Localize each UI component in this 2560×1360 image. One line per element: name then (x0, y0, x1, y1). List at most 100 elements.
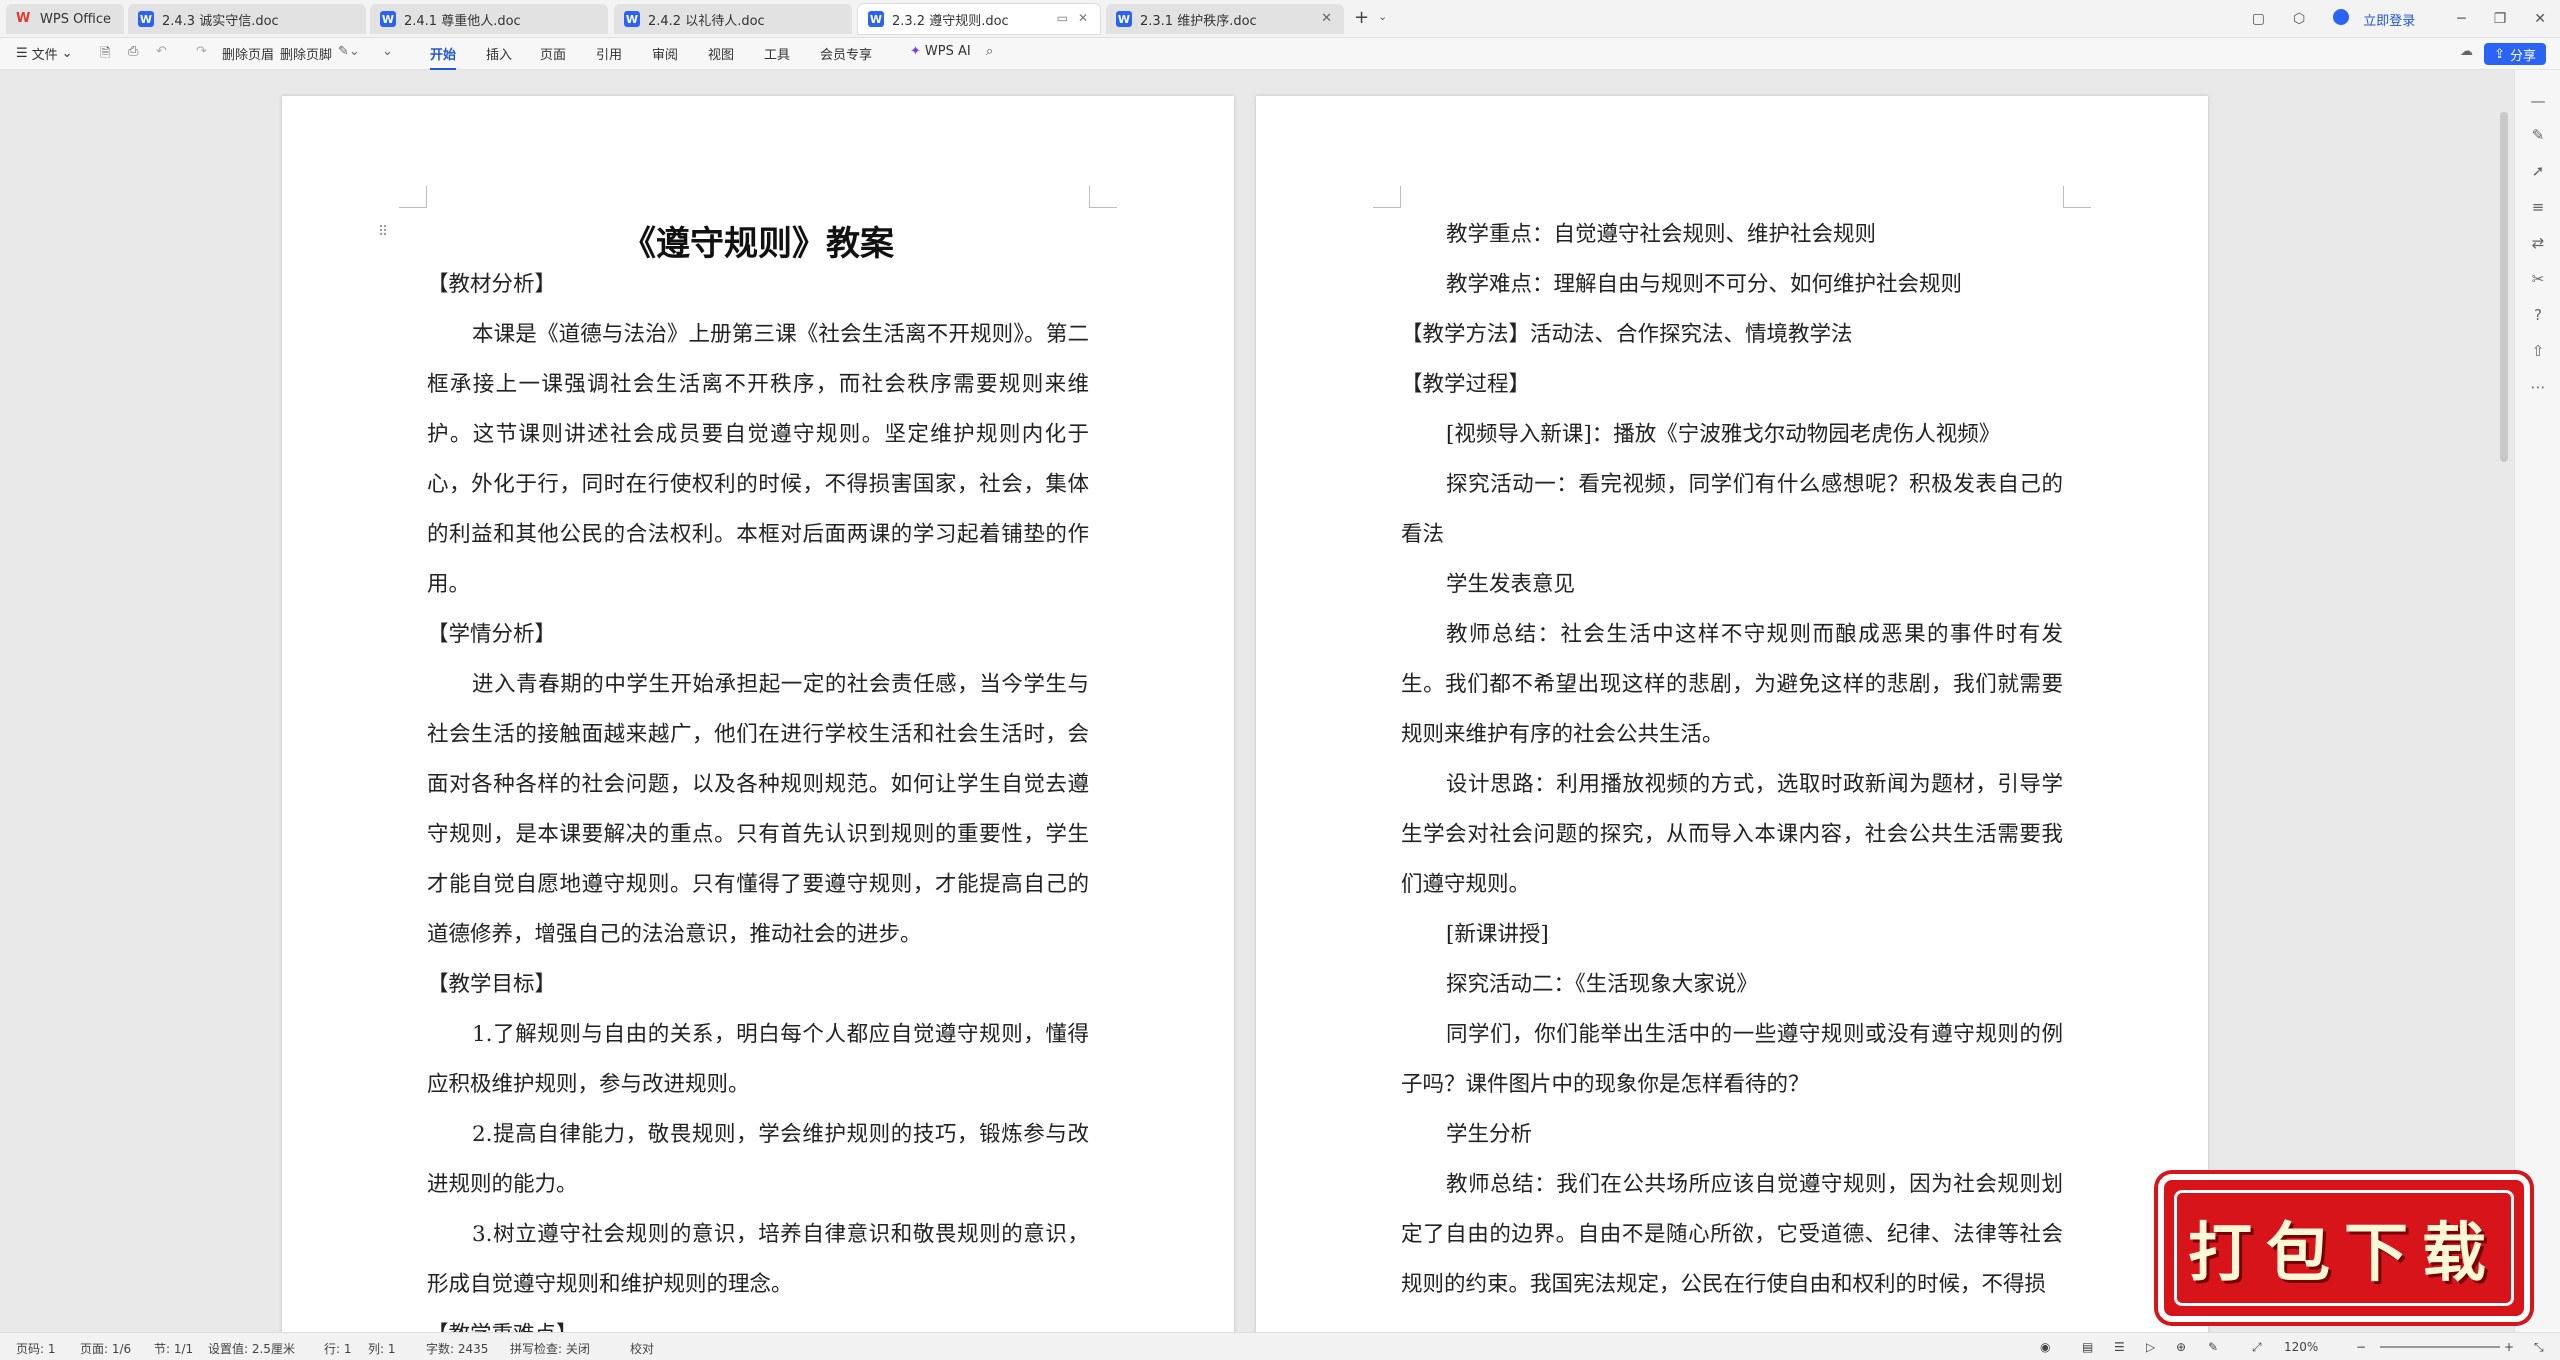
delete-header-button[interactable]: 删除页眉 (222, 44, 274, 63)
tab-page[interactable]: 页面 (540, 44, 566, 63)
paragraph[interactable]: 教学重点：自觉遵守社会规则、维护社会规则 (1401, 210, 2063, 260)
page-1-body[interactable]: 【教材分析】 本课是《道德与法治》上册第三课《社会生活离不开规则》。第二框承接上一… (427, 260, 1089, 1332)
tab-doc-courtesy[interactable]: W 2.4.2 以礼待人.doc (614, 4, 852, 34)
tab-membership[interactable]: 会员专享 (820, 44, 872, 63)
paragraph[interactable]: 【教学目标】 (427, 960, 1089, 1010)
paragraph[interactable]: 本课是《道德与法治》上册第三课《社会生活离不开规则》。第二框承接上一课强调社会生… (427, 310, 1089, 610)
status-col[interactable]: 列: 1 (368, 1340, 396, 1357)
window-layout-icon[interactable]: ▢ (2252, 11, 2265, 27)
document-canvas[interactable]: ⠿ 《遵守规则》教案 【教材分析】 本课是《道德与法治》上册第三课《社会生活离不开… (0, 70, 2560, 1332)
paragraph[interactable]: 进入青春期的中学生开始承担起一定的社会责任感，当今学生与社会生活的接触面越来越广… (427, 660, 1089, 960)
status-words[interactable]: 字数: 2435 (426, 1340, 488, 1357)
drag-handle-icon[interactable]: ⠿ (378, 224, 388, 240)
paragraph[interactable]: [视频导入新课]：播放《宁波雅戈尔动物园老虎伤人视频》 (1401, 410, 2063, 460)
paragraph[interactable]: 2.提高自律能力，敬畏规则，学会维护规则的技巧，锻炼参与改进规则的能力。 (427, 1110, 1089, 1210)
paragraph[interactable]: 【教学重难点】 (427, 1310, 1089, 1332)
translate-icon[interactable]: ⇄ (2529, 234, 2547, 252)
paragraph[interactable]: 探究活动一：看完视频，同学们有什么感想呢？积极发表自己的看法 (1401, 460, 2063, 560)
wps-ai-button[interactable]: ✦ WPS AI (910, 44, 971, 59)
web-view-icon[interactable]: ⊕ (2176, 1340, 2186, 1354)
tab-view[interactable]: 视图 (708, 44, 734, 63)
paragraph[interactable]: 学生分析 (1401, 1110, 2063, 1160)
cloud-sync-icon[interactable]: ☁ (2460, 44, 2473, 59)
paragraph[interactable]: 教师总结：我们在公共场所应该自觉遵守规则，因为社会规则划定了自由的边界。自由不是… (1401, 1160, 2063, 1310)
page-1[interactable]: ⠿ 《遵守规则》教案 【教材分析】 本课是《道德与法治》上册第三课《社会生活离不开… (282, 96, 1234, 1332)
paragraph[interactable]: 【教材分析】 (427, 260, 1089, 310)
paragraph[interactable]: 1.了解规则与自由的关系，明白每个人都应自觉遵守规则，懂得应积极维护规则，参与改… (427, 1010, 1089, 1110)
adjust-icon[interactable]: ≡ (2529, 198, 2547, 216)
package-download-banner[interactable]: 打包下载 (2158, 1174, 2530, 1322)
paragraph[interactable]: 【教学方法】活动法、合作探究法、情境教学法 (1401, 310, 2063, 360)
fullscreen-icon[interactable]: ⤡ (2534, 1340, 2544, 1355)
tab-wps-office[interactable]: W WPS Office (6, 4, 124, 34)
paragraph[interactable]: 同学们，你们能举出生活中的一些遵守规则或没有遵守规则的例子吗？课件图片中的现象你… (1401, 1010, 2063, 1110)
play-icon[interactable]: ▷ (2146, 1340, 2155, 1354)
page-2-body[interactable]: 教学重点：自觉遵守社会规则、维护社会规则 教学难点：理解自由与规则不可分、如何维护… (1401, 210, 2063, 1310)
skin-icon[interactable]: ⬡ (2293, 11, 2305, 27)
status-spellcheck[interactable]: 拼写检查: 关闭 (510, 1340, 590, 1357)
more-icon[interactable]: ⋯ (2529, 378, 2547, 396)
paragraph[interactable]: [新课讲授] (1401, 910, 2063, 960)
paragraph[interactable]: 【学情分析】 (427, 610, 1089, 660)
login-button[interactable]: 立即登录 (2333, 9, 2429, 29)
tab-tools[interactable]: 工具 (764, 44, 790, 63)
undo-icon[interactable]: ↶ (156, 44, 167, 59)
share-button[interactable]: ⇪ 分享 (2484, 43, 2546, 65)
status-pages[interactable]: 页面: 1/6 (80, 1340, 131, 1357)
page-view-icon[interactable]: ▤ (2082, 1340, 2093, 1354)
paragraph[interactable]: 教师总结：社会生活中这样不守规则而酿成恶果的事件时有发生。我们都不希望出现这样的… (1401, 610, 2063, 760)
collapse-icon[interactable]: — (2529, 92, 2547, 110)
paragraph[interactable]: 设计思路：利用播放视频的方式，选取时政新闻为题材，引导学生学会对社会问题的探究，… (1401, 760, 2063, 910)
save-icon[interactable]: 🗎 (100, 44, 110, 66)
status-row[interactable]: 行: 1 (324, 1340, 352, 1357)
monitor-icon[interactable]: ▭ (1057, 11, 1068, 25)
document-title[interactable]: 《遵守规则》教案 (427, 216, 1089, 265)
paragraph[interactable]: 【教学过程】 (1401, 360, 2063, 410)
close-icon[interactable]: ✕ (1321, 11, 1332, 26)
edit-mode-icon[interactable]: ✎⌄ (338, 44, 360, 59)
tab-review[interactable]: 审阅 (652, 44, 678, 63)
fit-icon[interactable]: ⤢ (2252, 1340, 2262, 1355)
redo-icon[interactable]: ↷ (196, 44, 207, 59)
zoom-out-icon[interactable]: − (2356, 1340, 2366, 1354)
status-setting[interactable]: 设置值: 2.5厘米 (208, 1340, 295, 1357)
print-icon[interactable]: ⎙ (128, 44, 138, 59)
help-icon[interactable]: ? (2529, 306, 2547, 324)
status-section[interactable]: 节: 1/1 (154, 1340, 193, 1357)
vertical-scrollbar[interactable] (2500, 112, 2508, 462)
tab-doc-honesty[interactable]: W 2.4.3 诚实守信.doc (128, 4, 366, 34)
paragraph[interactable]: 探究活动二：《生活现象大家说》 (1401, 960, 2063, 1010)
zoom-in-icon[interactable]: + (2504, 1340, 2514, 1354)
chevron-down-icon[interactable]: ⌄ (1378, 10, 1387, 23)
eye-icon[interactable]: ◉ (2040, 1340, 2050, 1354)
pen-icon[interactable]: ✎ (2529, 126, 2547, 144)
new-tab-icon[interactable]: + (1354, 7, 1369, 28)
tab-doc-order[interactable]: W 2.3.1 维护秩序.doc ✕ (1106, 4, 1344, 34)
zoom-level[interactable]: 120% (2284, 1340, 2318, 1354)
minimize-icon[interactable]: ─ (2457, 11, 2465, 27)
edit-view-icon[interactable]: ✎ (2208, 1340, 2218, 1354)
chevron-down-icon[interactable]: ⌄ (382, 44, 393, 59)
outline-view-icon[interactable]: ☰ (2114, 1340, 2125, 1354)
tab-doc-respect[interactable]: W 2.4.1 尊重他人.doc (370, 4, 608, 34)
tab-doc-rules[interactable]: W 2.3.2 遵守规则.doc ▭ ✕ (858, 4, 1100, 34)
paragraph[interactable]: 教学难点：理解自由与规则不可分、如何维护社会规则 (1401, 260, 2063, 310)
paragraph[interactable]: 3.树立遵守社会规则的意识，培养自律意识和敬畏规则的意识，形成自觉遵守规则和维护… (427, 1210, 1089, 1310)
tab-home[interactable]: 开始 (430, 44, 457, 70)
page-2[interactable]: 教学重点：自觉遵守社会规则、维护社会规则 教学难点：理解自由与规则不可分、如何维护… (1256, 96, 2208, 1332)
tools-icon[interactable]: ✂ (2529, 270, 2547, 288)
tab-references[interactable]: 引用 (596, 44, 622, 63)
close-icon[interactable]: ✕ (1078, 11, 1088, 25)
search-icon[interactable]: ⌕ (986, 44, 993, 59)
restore-icon[interactable]: ❐ (2494, 11, 2507, 27)
tab-insert[interactable]: 插入 (486, 44, 512, 63)
zoom-slider[interactable] (2380, 1346, 2500, 1348)
select-cursor-icon[interactable]: ➚ (2529, 162, 2547, 180)
share-out-icon[interactable]: ⇧ (2529, 342, 2547, 360)
paragraph[interactable]: 学生发表意见 (1401, 560, 2063, 610)
status-proofread[interactable]: 校对 (630, 1340, 654, 1357)
window-close-icon[interactable]: ✕ (2534, 11, 2546, 27)
file-menu-button[interactable]: ☰ 文件 ⌄ (16, 44, 73, 63)
delete-footer-button[interactable]: 删除页脚 (280, 44, 332, 63)
status-page-number[interactable]: 页码: 1 (16, 1340, 56, 1357)
